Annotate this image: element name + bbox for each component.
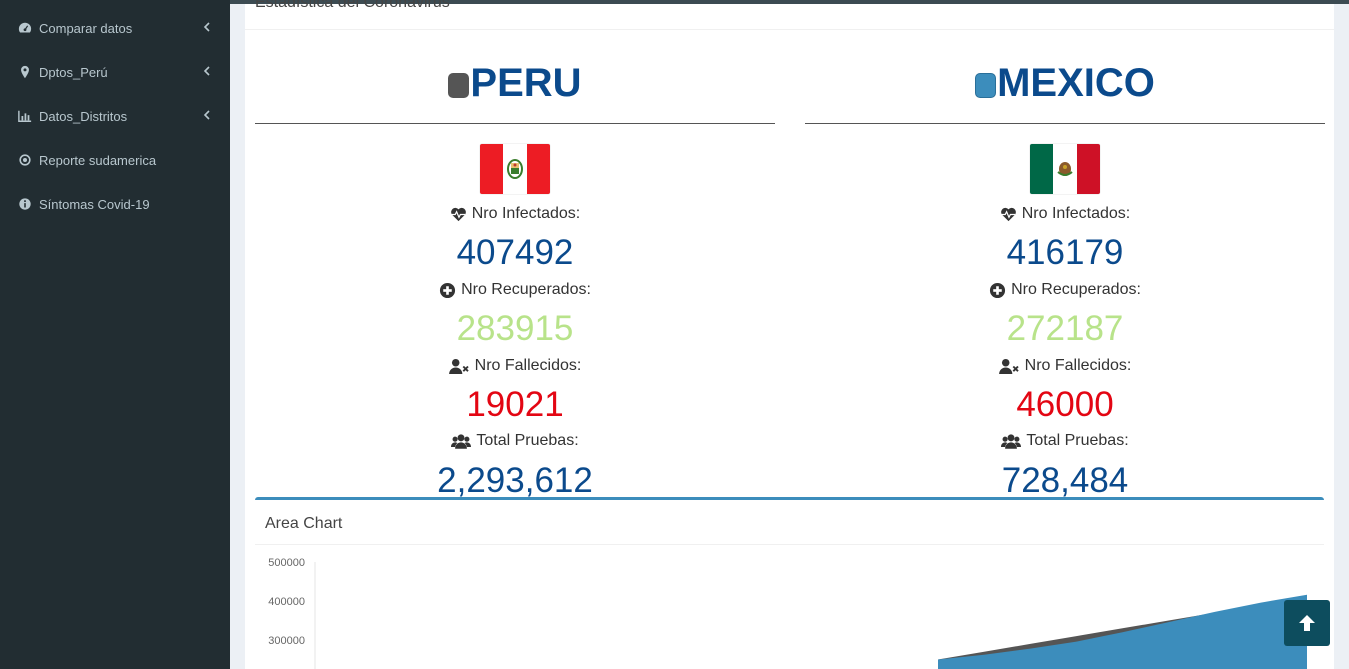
sidebar-item-label: Datos_Distritos (39, 108, 128, 124)
infected-value: 407492 (456, 233, 574, 272)
recovered-value: 283915 (456, 309, 574, 348)
sidebar-item-datos-distritos[interactable]: Datos_Distritos (0, 94, 230, 138)
bar-chart-icon (17, 108, 33, 124)
infected-label: Nro Infectados: (471, 205, 581, 222)
chevron-left-icon (203, 66, 210, 76)
area-chart-box: Area Chart 500000 400000 300000 (255, 497, 1324, 669)
country-name: MEXICO (997, 60, 1155, 105)
infected-label-row: Nro Infectados: (805, 205, 1325, 223)
deaths-label-row: Nro Fallecidos: (255, 357, 775, 375)
recovered-label: Nro Recuperados: (1011, 281, 1141, 298)
deaths-label: Nro Fallecidos: (474, 357, 582, 374)
peru-flag (480, 144, 550, 194)
legend-swatch (448, 72, 470, 98)
heartbeat-icon (1000, 207, 1016, 221)
chevron-left-icon (203, 110, 210, 120)
y-tick-label: 500000 (268, 557, 305, 569)
tests-value: 2,293,612 (437, 461, 593, 500)
deaths-label-row: Nro Fallecidos: (805, 357, 1325, 375)
infected-value: 416179 (1006, 233, 1124, 272)
deaths-value: 46000 (1016, 385, 1114, 424)
sidebar: Comparar datos Dptos_Perú Datos_Distrito… (0, 0, 230, 669)
recovered-label: Nro Recuperados: (461, 281, 591, 298)
tests-value: 728,484 (1001, 461, 1129, 500)
map-marker-icon (17, 64, 33, 80)
sidebar-item-reporte-sudamerica[interactable]: Reporte sudamerica (0, 138, 230, 182)
recovered-value: 272187 (1006, 309, 1124, 348)
info-circle-icon (17, 196, 33, 212)
sidebar-item-label: Dptos_Perú (39, 64, 108, 80)
deaths-label: Nro Fallecidos: (1024, 357, 1132, 374)
country-card-peru: PERU Nro Infectados: 407492 Nro Recupera… (255, 30, 775, 500)
country-heading: PERU (255, 58, 775, 108)
users-icon (1001, 433, 1022, 449)
infected-label: Nro Infectados: (1021, 205, 1131, 222)
sidebar-item-comparar-datos[interactable]: Comparar datos (0, 6, 230, 50)
sidebar-item-sintomas-covid[interactable]: Síntomas Covid-19 (0, 182, 230, 226)
dot-circle-icon (17, 152, 33, 168)
user-times-icon (998, 358, 1019, 374)
tests-label-row: Total Pruebas: (255, 432, 775, 450)
divider (255, 123, 775, 124)
stats-box: Estadística del Coronavirus PERU Nro Inf… (245, 0, 1334, 669)
plus-circle-icon (990, 282, 1006, 298)
main-content: Estadística del Coronavirus PERU Nro Inf… (230, 0, 1349, 669)
divider (805, 123, 1325, 124)
country-heading: MEXICO (805, 58, 1325, 108)
scroll-to-top-button[interactable] (1284, 600, 1330, 646)
sidebar-item-dptos-peru[interactable]: Dptos_Perú (0, 50, 230, 94)
infected-label-row: Nro Infectados: (255, 205, 775, 223)
sidebar-item-label: Reporte sudamerica (39, 152, 157, 168)
legend-swatch (975, 72, 997, 98)
country-card-mexico: MEXICO Nro Infectados: 416179 Nro Recupe… (805, 30, 1325, 500)
country-name: PERU (470, 60, 582, 105)
mexico-flag (1030, 144, 1100, 194)
chevron-left-icon (203, 22, 210, 32)
recovered-label-row: Nro Recuperados: (805, 281, 1325, 299)
heartbeat-icon (450, 207, 466, 221)
deaths-value: 19021 (466, 385, 564, 424)
y-tick-label: 300000 (268, 635, 305, 647)
user-times-icon (448, 358, 469, 374)
area-chart: 500000 400000 300000 (268, 557, 1307, 669)
sidebar-item-label: Síntomas Covid-19 (39, 196, 150, 212)
users-icon (451, 433, 472, 449)
box-title: Estadística del Coronavirus (255, 0, 450, 11)
sidebar-item-label: Comparar datos (39, 20, 133, 36)
tests-label-row: Total Pruebas: (805, 432, 1325, 450)
tests-label: Total Pruebas: (1026, 432, 1129, 449)
recovered-label-row: Nro Recuperados: (255, 281, 775, 299)
y-tick-label: 400000 (268, 596, 305, 608)
tests-label: Total Pruebas: (476, 432, 579, 449)
arrow-up-icon (1299, 615, 1315, 631)
chart-section-title: Area Chart (265, 515, 343, 532)
dashboard-icon (17, 20, 33, 36)
plus-circle-icon (440, 282, 456, 298)
